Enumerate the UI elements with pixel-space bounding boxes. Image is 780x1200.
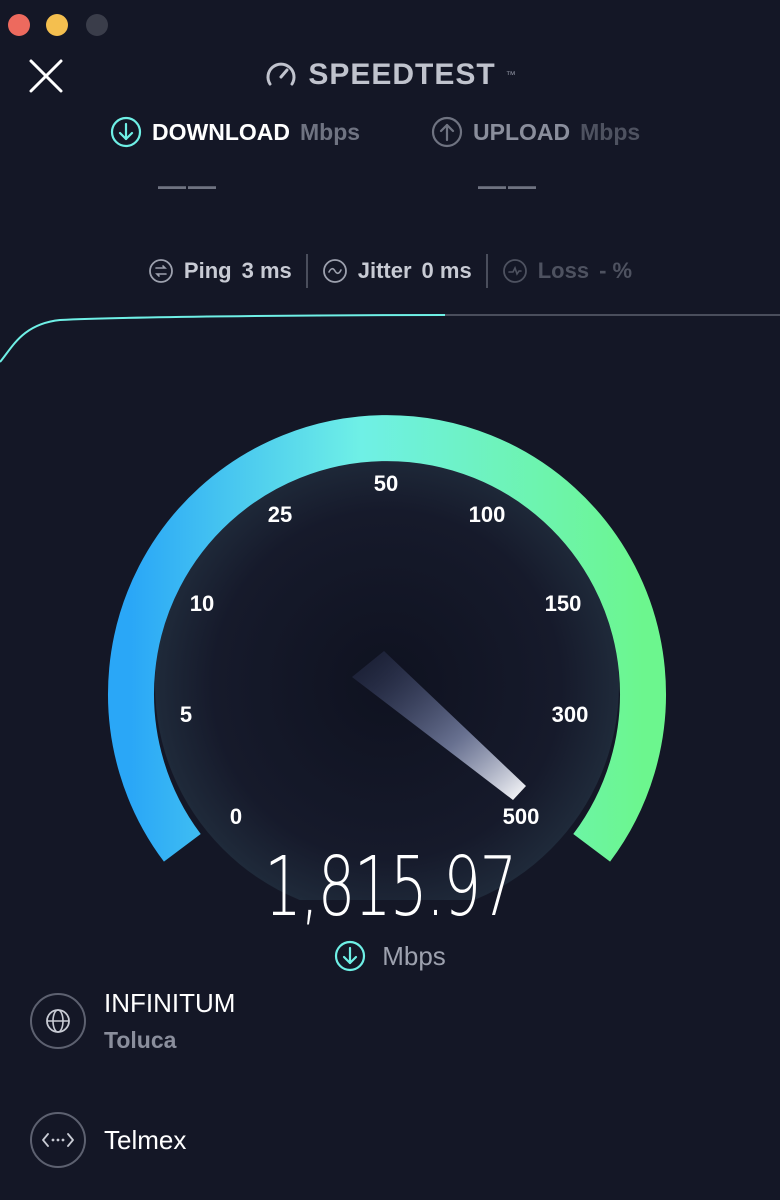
globe-icon-circle	[30, 993, 86, 1049]
jitter-icon	[322, 259, 347, 283]
speedometer-logo-icon	[266, 62, 296, 86]
upload-value: ——	[478, 170, 538, 201]
window-minimize-button[interactable]	[46, 14, 68, 36]
download-header: DOWNLOAD Mbps	[110, 116, 360, 148]
download-label: DOWNLOAD	[152, 118, 290, 145]
gauge-tick-label: 500	[503, 804, 540, 829]
loss-metric: Loss - %	[502, 258, 632, 284]
gauge-tick-label: 300	[552, 702, 589, 727]
speed-unit-row: Mbps	[0, 940, 780, 972]
upload-label: UPLOAD	[473, 118, 571, 145]
server-info[interactable]: INFINITUM Toluca	[30, 988, 235, 1054]
jitter-metric: Jitter 0 ms	[322, 258, 472, 284]
gauge-tick-label: 150	[545, 591, 582, 616]
divider	[485, 254, 488, 288]
isp-name: Telmex	[104, 1124, 187, 1155]
divider	[305, 254, 308, 288]
gauge-tick-label: 25	[268, 502, 292, 527]
jitter-value: 0 ms	[421, 258, 472, 283]
download-unit: Mbps	[299, 118, 361, 145]
speed-unit: Mbps	[382, 940, 446, 971]
loss-icon	[502, 259, 527, 283]
latency-metrics: Ping 3 ms Jitter 0 ms Loss - %	[0, 254, 780, 288]
gauge-tick-label: 100	[469, 502, 506, 527]
window-close-button[interactable]	[8, 14, 30, 36]
download-arrow-icon	[110, 116, 142, 148]
server-provider: INFINITUM	[104, 988, 236, 1018]
gauge-tick-label: 10	[190, 591, 214, 616]
loss-value: - %	[599, 258, 633, 283]
ping-label: Ping	[183, 258, 232, 283]
gauge-tick-label: 5	[180, 702, 192, 727]
loss-label: Loss	[537, 258, 590, 283]
ping-icon	[149, 259, 173, 283]
speed-gauge: 0 5 10 25 50 100 150 300 500	[108, 415, 666, 900]
window-zoom-button[interactable]	[86, 14, 108, 36]
speed-graph-line	[0, 314, 446, 363]
speed-graph	[0, 314, 780, 363]
gauge-tick-label: 50	[374, 471, 398, 496]
speed-value: 1,815.97	[264, 840, 517, 935]
download-value: ——	[158, 170, 218, 201]
upload-unit: Mbps	[580, 118, 641, 145]
upload-arrow-icon	[431, 116, 463, 148]
gauge-tick-label: 0	[230, 804, 242, 829]
ping-metric: Ping 3 ms	[148, 258, 292, 284]
jitter-label: Jitter	[357, 258, 412, 283]
server-location: Toluca	[104, 1027, 177, 1053]
globe-icon	[46, 1009, 70, 1033]
ping-value: 3 ms	[241, 258, 292, 283]
app-title-text: SPEEDTEST	[308, 58, 496, 91]
app-title: SPEEDTEST ™	[0, 58, 780, 97]
upload-header: UPLOAD Mbps	[431, 116, 640, 148]
connection-icon	[42, 1133, 74, 1147]
isp-info[interactable]: Telmex	[30, 1112, 186, 1168]
connection-icon-circle	[30, 1112, 86, 1168]
download-arrow-icon	[335, 940, 366, 972]
